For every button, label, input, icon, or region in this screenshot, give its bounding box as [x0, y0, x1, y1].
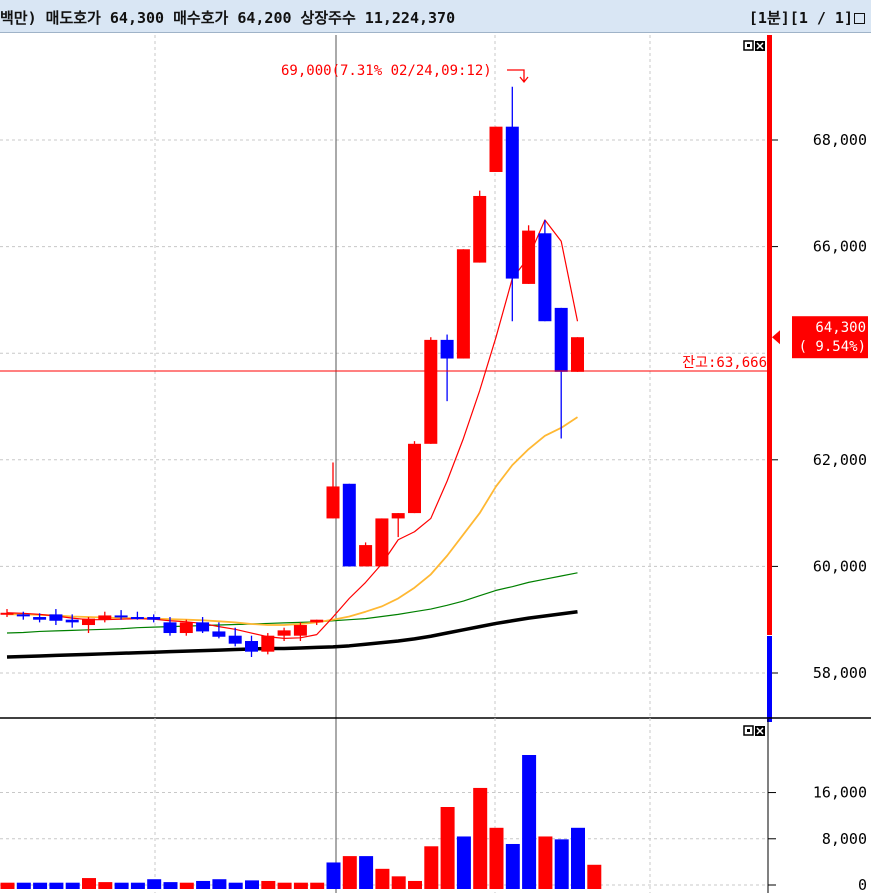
candle-body	[473, 195, 487, 263]
volume-bar	[65, 882, 80, 889]
volume-bar	[522, 755, 537, 889]
candle-body	[408, 443, 421, 514]
volume-bar	[82, 878, 96, 889]
high-annotation: 69,000(7.31% 02/24,09:12)	[281, 63, 492, 79]
volume-bar	[277, 882, 292, 889]
candle-body	[359, 545, 373, 567]
volume-bar	[310, 882, 325, 889]
candle-body	[212, 631, 226, 637]
candle-body	[391, 513, 405, 519]
candle-body	[489, 126, 503, 172]
balance-label: 잔고:63,666	[682, 355, 767, 371]
volume-bar	[489, 827, 504, 889]
candle-body	[114, 615, 128, 618]
volume-bar	[196, 880, 211, 889]
candle-body	[571, 337, 584, 372]
candle-body	[440, 339, 454, 359]
axis-tick-label: 66,000	[813, 238, 867, 256]
volume-bar	[179, 882, 194, 889]
candle-body	[49, 614, 63, 621]
candle-body	[33, 617, 47, 620]
volume-bar	[114, 882, 129, 889]
axis-tick-label: 60,000	[813, 557, 867, 575]
candle-body	[147, 617, 161, 620]
candle-body	[163, 622, 177, 634]
volume-bar	[424, 846, 439, 889]
candle-body	[424, 339, 438, 444]
candle-body	[130, 617, 144, 620]
candle-body	[0, 612, 14, 615]
axis-tick-label: 16,000	[813, 784, 867, 802]
candle-body	[16, 614, 30, 617]
candle-body	[65, 619, 79, 623]
volume-bar	[538, 836, 553, 889]
candle-body	[538, 233, 552, 322]
volume-bar	[391, 876, 406, 889]
candle-body	[228, 635, 242, 644]
page-indicator-text: [1분][1 / 1]	[748, 9, 853, 27]
volume-bar	[505, 843, 520, 889]
volume-bar	[408, 880, 422, 889]
current-price-label: 64,300	[815, 320, 866, 336]
axis-tick-label: 0	[858, 876, 867, 893]
page-indicator[interactable]: [1분][1 / 1]	[749, 7, 865, 28]
candle-body	[342, 483, 356, 567]
header-bar: 백만) 매도호가 64,300 매수호가 64,200 상장주수 11,224,…	[0, 0, 871, 33]
volume-bar	[261, 880, 276, 889]
volume-bar	[245, 880, 259, 889]
candle-body	[245, 641, 258, 652]
candle-body	[326, 486, 340, 519]
axis-tick-label: 68,000	[813, 131, 867, 149]
volume-bar	[440, 807, 455, 889]
candle-body	[179, 622, 193, 634]
volume-bar	[147, 879, 162, 889]
volume-bar	[33, 882, 48, 889]
price-axis-redbar	[767, 35, 772, 635]
quote-info-text: 백만) 매도호가 64,300 매수호가 64,200 상장주수 11,224,…	[0, 9, 456, 27]
candle-body	[293, 625, 307, 636]
volume-bar	[293, 882, 308, 889]
candle-body	[375, 518, 389, 567]
volume-bar	[473, 787, 488, 889]
candle-body	[456, 249, 470, 359]
window-icon[interactable]	[854, 13, 865, 24]
candle-body	[505, 126, 519, 279]
volume-bar	[456, 836, 471, 889]
candle-body	[522, 230, 536, 284]
axis-tick-label: 8,000	[822, 830, 867, 848]
volume-bar	[342, 856, 357, 889]
volume-bar	[163, 882, 178, 889]
volume-bar	[16, 882, 31, 889]
candle-body	[98, 615, 112, 620]
volume-bar	[554, 839, 569, 889]
volume-bar	[571, 827, 585, 889]
volume-bar	[587, 864, 602, 889]
volume-bar	[49, 882, 64, 889]
price-axis-bluebar	[767, 636, 772, 722]
candle-body	[261, 635, 275, 652]
candle-body	[554, 307, 568, 372]
stock-chart: 잔고:63,666 69,000(7.31% 02/24,09:12) 68,0…	[0, 33, 871, 893]
volume-bar	[228, 882, 243, 889]
volume-bar	[212, 879, 227, 889]
volume-bar	[130, 882, 145, 889]
volume-bar	[326, 862, 341, 889]
volume-bar	[98, 882, 113, 889]
axis-tick-label: 58,000	[813, 664, 867, 682]
volume-bar	[359, 856, 374, 889]
candle-body	[277, 630, 291, 636]
current-change-label: ( 9.54%)	[799, 339, 866, 355]
volume-bar	[0, 882, 15, 889]
candle-body	[310, 619, 324, 623]
candle-body	[196, 622, 210, 632]
candle-body	[82, 618, 95, 626]
volume-bar	[375, 868, 390, 889]
axis-tick-label: 62,000	[813, 451, 867, 469]
